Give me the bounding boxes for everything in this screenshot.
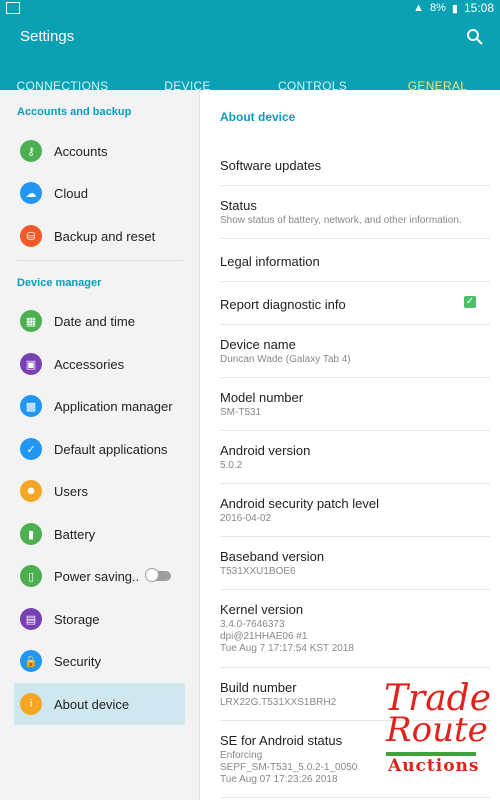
row-report-diagnostic[interactable]: Report diagnostic info ✓ bbox=[220, 282, 490, 325]
row-sub: 3.4.0-7646373 dpi@21HHAE06 #1 Tue Aug 7 … bbox=[220, 619, 354, 654]
backup-icon: ⛁ bbox=[20, 225, 42, 247]
sidebar-item-date-time[interactable]: ▦ Date and time bbox=[14, 300, 185, 342]
sidebar-item-accounts[interactable]: ⚷ Accounts bbox=[14, 130, 185, 172]
battery-icon: ▮ bbox=[20, 523, 42, 545]
power-saving-toggle[interactable] bbox=[145, 568, 171, 582]
sidebar-item-label: Accessories bbox=[54, 356, 125, 372]
sidebar-item-storage[interactable]: ▤ Storage bbox=[14, 598, 185, 640]
sidebar-item-power-saving[interactable]: ▯ Power saving.. bbox=[14, 555, 185, 597]
divider bbox=[17, 260, 183, 261]
accessories-icon: ▣ bbox=[20, 353, 42, 375]
sidebar-item-cloud[interactable]: ☁ Cloud bbox=[14, 172, 185, 214]
row-baseband-version: Baseband version T531XXU1BOE6 bbox=[220, 537, 490, 590]
sidebar-item-label: Backup and reset bbox=[54, 228, 156, 244]
row-label: Device name bbox=[220, 337, 296, 352]
watermark-text: Route bbox=[386, 710, 488, 750]
signal-icon: ▲ bbox=[413, 2, 424, 14]
row-label: Kernel version bbox=[220, 602, 304, 617]
row-sub: Show status of battery, network, and oth… bbox=[220, 215, 462, 226]
row-kernel-version: Kernel version 3.4.0-7646373 dpi@21HHAE0… bbox=[220, 590, 490, 668]
status-right: ▲ 8% ▮ 15:08 bbox=[413, 1, 494, 15]
row-device-name[interactable]: Device name Duncan Wade (Galaxy Tab 4) bbox=[220, 325, 490, 378]
sidebar-item-accessories[interactable]: ▣ Accessories bbox=[14, 343, 185, 385]
trade-route-watermark: Trade Route Auctions bbox=[380, 678, 495, 780]
row-label: Software updates bbox=[220, 158, 322, 173]
apps-icon: ▩ bbox=[20, 395, 42, 417]
lock-icon: 🔒 bbox=[20, 650, 42, 672]
row-label: Legal information bbox=[220, 254, 320, 269]
key-icon: ⚷ bbox=[20, 140, 42, 162]
cloud-icon: ☁ bbox=[20, 182, 42, 204]
sidebar-item-battery[interactable]: ▮ Battery bbox=[14, 513, 185, 555]
storage-icon: ▤ bbox=[20, 608, 42, 630]
row-status[interactable]: Status Show status of battery, network, … bbox=[220, 186, 490, 239]
row-sub: 2016-04-02 bbox=[220, 513, 272, 524]
row-label: Baseband version bbox=[220, 549, 325, 564]
battery-icon-status: ▮ bbox=[451, 2, 458, 15]
row-model-number: Model number SM-T531 bbox=[220, 378, 490, 431]
row-label: Status bbox=[220, 198, 257, 213]
app-bar: Settings CONNECTIONS DEVICE CONTROLS GEN… bbox=[0, 16, 500, 106]
sidebar-item-default-applications[interactable]: ✓ Default applications bbox=[14, 428, 185, 470]
row-android-version[interactable]: Android version 5.0.2 bbox=[220, 431, 490, 484]
row-sub: 5.0.2 bbox=[220, 460, 243, 471]
screenshot-icon bbox=[6, 2, 20, 14]
diagnostic-checkbox[interactable]: ✓ bbox=[464, 296, 476, 308]
default-apps-icon: ✓ bbox=[20, 438, 42, 460]
sidebar-item-label: Security bbox=[54, 653, 101, 669]
section-device-manager: Device manager bbox=[17, 277, 102, 289]
sidebar-item-label: Cloud bbox=[54, 185, 88, 201]
sidebar-item-application-manager[interactable]: ▩ Application manager bbox=[14, 385, 185, 427]
users-icon: ☻ bbox=[20, 480, 42, 502]
row-security-patch: Android security patch level 2016-04-02 bbox=[220, 484, 490, 537]
row-label: Model number bbox=[220, 390, 304, 405]
sidebar-item-security[interactable]: 🔒 Security bbox=[14, 640, 185, 682]
power-saving-icon: ▯ bbox=[20, 565, 42, 587]
section-accounts-backup: Accounts and backup bbox=[17, 106, 132, 118]
sidebar-item-label: Users bbox=[54, 483, 88, 499]
sidebar-item-label: Application manager bbox=[54, 398, 173, 414]
sidebar-item-label: Storage bbox=[54, 611, 100, 627]
toggle-knob bbox=[145, 568, 159, 582]
row-label: Report diagnostic info bbox=[220, 297, 346, 312]
info-icon: i bbox=[20, 693, 42, 715]
row-sub: Duncan Wade (Galaxy Tab 4) bbox=[220, 354, 351, 365]
panel-title: About device bbox=[220, 110, 296, 124]
sidebar-item-label: Accounts bbox=[54, 143, 108, 159]
battery-percentage: 8% bbox=[430, 2, 446, 14]
row-software-updates[interactable]: Software updates bbox=[220, 145, 490, 186]
clock: 15:08 bbox=[463, 1, 494, 15]
sidebar-item-label: Power saving.. bbox=[54, 568, 140, 584]
calendar-icon: ▦ bbox=[20, 310, 42, 332]
row-sub: SM-T531 bbox=[220, 407, 262, 418]
sidebar-item-label: Default applications bbox=[54, 441, 168, 457]
search-icon[interactable] bbox=[464, 26, 486, 48]
sidebar-item-backup-reset[interactable]: ⛁ Backup and reset bbox=[14, 215, 185, 257]
sidebar-item-about-device[interactable]: i About device bbox=[14, 683, 185, 725]
settings-sidebar: Accounts and backup ⚷ Accounts ☁ Cloud ⛁… bbox=[0, 90, 200, 800]
page-title: Settings bbox=[20, 28, 75, 45]
watermark-text: Auctions bbox=[388, 756, 480, 776]
status-bar: ▲ 8% ▮ 15:08 bbox=[0, 0, 500, 16]
row-legal-information[interactable]: Legal information bbox=[220, 239, 490, 282]
row-sub: T531XXU1BOE6 bbox=[220, 566, 296, 577]
sidebar-item-label: Date and time bbox=[54, 313, 135, 329]
row-label: Android version bbox=[220, 443, 311, 458]
row-label: Android security patch level bbox=[220, 496, 379, 511]
sidebar-item-users[interactable]: ☻ Users bbox=[14, 470, 185, 512]
sidebar-item-label: About device bbox=[54, 696, 130, 712]
sidebar-item-label: Battery bbox=[54, 526, 96, 542]
